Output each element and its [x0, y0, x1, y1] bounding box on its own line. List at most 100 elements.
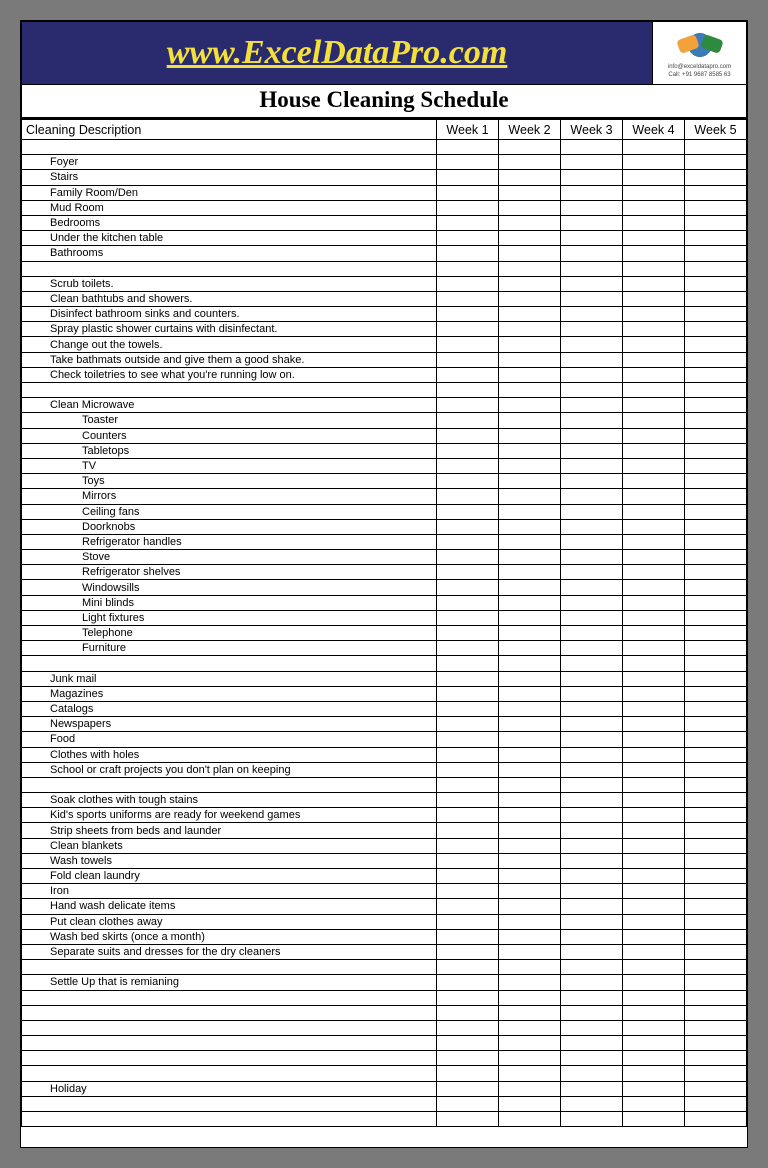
- week-cell: [499, 215, 561, 230]
- week-cell: [623, 185, 685, 200]
- description-cell: Check toiletries to see what you're runn…: [22, 367, 437, 382]
- week-cell: [623, 231, 685, 246]
- week-cell: [685, 519, 747, 534]
- description-cell: Kid's sports uniforms are ready for week…: [22, 808, 437, 823]
- week-cell: [623, 641, 685, 656]
- week-cell: [499, 231, 561, 246]
- week-cell: [623, 793, 685, 808]
- table-row: [22, 140, 747, 155]
- table-row: Hand wash delicate items: [22, 899, 747, 914]
- description-cell: Magazines: [22, 686, 437, 701]
- contact-phone: Call: +91 9687 8585 63: [668, 72, 730, 79]
- week-cell: [685, 1036, 747, 1051]
- week-cell: [437, 747, 499, 762]
- week-cell: [685, 367, 747, 382]
- week-cell: [685, 413, 747, 428]
- week-cell: [561, 960, 623, 975]
- table-row: Spray plastic shower curtains with disin…: [22, 322, 747, 337]
- week-cell: [685, 641, 747, 656]
- week-cell: [685, 1051, 747, 1066]
- week-cell: [685, 777, 747, 792]
- week-cell: [685, 944, 747, 959]
- week-cell: [561, 307, 623, 322]
- week-cell: [685, 200, 747, 215]
- table-row: Mud Room: [22, 200, 747, 215]
- week-cell: [685, 504, 747, 519]
- description-cell: Doorknobs: [22, 519, 437, 534]
- week-cell: [437, 261, 499, 276]
- week-cell: [623, 200, 685, 215]
- week-cell: [623, 823, 685, 838]
- description-cell: [22, 1112, 437, 1127]
- table-row: Junk mail: [22, 671, 747, 686]
- week-cell: [561, 701, 623, 716]
- table-row: [22, 777, 747, 792]
- week-cell: [561, 428, 623, 443]
- table-row: Stairs: [22, 170, 747, 185]
- week-cell: [437, 1081, 499, 1096]
- table-row: Light fixtures: [22, 610, 747, 625]
- week-cell: [437, 641, 499, 656]
- week-cell: [685, 929, 747, 944]
- week-cell: [623, 671, 685, 686]
- description-cell: [22, 1036, 437, 1051]
- week-cell: [499, 474, 561, 489]
- description-cell: Family Room/Den: [22, 185, 437, 200]
- handshake-icon: [676, 27, 724, 63]
- week-cell: [685, 869, 747, 884]
- week-cell: [685, 1112, 747, 1127]
- week-cell: [499, 656, 561, 671]
- week-cell: [623, 215, 685, 230]
- week-cell: [623, 717, 685, 732]
- week-cell: [561, 352, 623, 367]
- week-cell: [623, 626, 685, 641]
- description-cell: Strip sheets from beds and launder: [22, 823, 437, 838]
- description-cell: Clean Microwave: [22, 398, 437, 413]
- week-cell: [685, 215, 747, 230]
- col-week2: Week 2: [499, 120, 561, 140]
- week-cell: [499, 610, 561, 625]
- description-cell: [22, 1020, 437, 1035]
- week-cell: [499, 170, 561, 185]
- table-row: Tabletops: [22, 443, 747, 458]
- week-cell: [623, 853, 685, 868]
- week-cell: [561, 534, 623, 549]
- week-cell: [561, 170, 623, 185]
- description-cell: [22, 1051, 437, 1066]
- week-cell: [561, 140, 623, 155]
- week-cell: [685, 170, 747, 185]
- week-cell: [623, 975, 685, 990]
- week-cell: [561, 656, 623, 671]
- description-cell: Spray plastic shower curtains with disin…: [22, 322, 437, 337]
- week-cell: [437, 975, 499, 990]
- week-cell: [437, 853, 499, 868]
- table-row: Ceiling fans: [22, 504, 747, 519]
- week-cell: [561, 732, 623, 747]
- week-cell: [685, 656, 747, 671]
- week-cell: [499, 185, 561, 200]
- description-cell: [22, 990, 437, 1005]
- week-cell: [685, 990, 747, 1005]
- week-cell: [685, 383, 747, 398]
- table-row: Bathrooms: [22, 246, 747, 261]
- week-cell: [437, 1096, 499, 1111]
- week-cell: [499, 550, 561, 565]
- page-title: House Cleaning Schedule: [21, 85, 747, 119]
- week-cell: [561, 519, 623, 534]
- schedule-table: Cleaning Description Week 1 Week 2 Week …: [21, 119, 747, 1127]
- table-row: Separate suits and dresses for the dry c…: [22, 944, 747, 959]
- week-cell: [685, 960, 747, 975]
- week-cell: [499, 869, 561, 884]
- week-cell: [499, 322, 561, 337]
- table-body: FoyerStairsFamily Room/DenMud RoomBedroo…: [22, 140, 747, 1127]
- week-cell: [623, 1051, 685, 1066]
- col-week1: Week 1: [437, 120, 499, 140]
- week-cell: [685, 140, 747, 155]
- week-cell: [437, 1112, 499, 1127]
- week-cell: [623, 367, 685, 382]
- logo-cell: info@exceldatapro.com Call: +91 9687 858…: [652, 21, 747, 85]
- table-row: Bedrooms: [22, 215, 747, 230]
- table-row: Catalogs: [22, 701, 747, 716]
- week-cell: [499, 732, 561, 747]
- week-cell: [685, 261, 747, 276]
